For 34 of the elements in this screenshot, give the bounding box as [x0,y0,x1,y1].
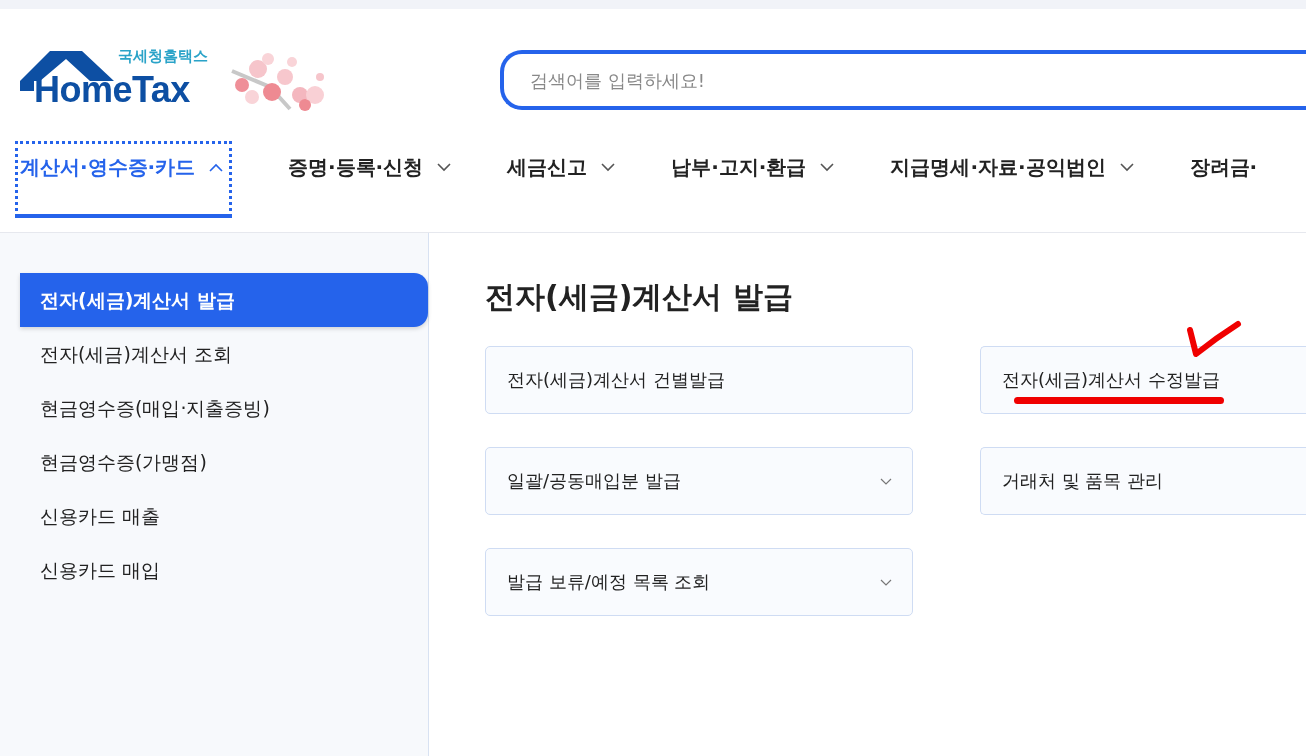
chevron-down-icon [880,477,892,485]
menu-card[interactable]: 전자(세금)계산서 건별발급 [485,346,913,414]
section-title: 전자(세금)계산서 발급 [485,278,794,316]
caret-icon [209,163,224,172]
menu-tab[interactable]: 세금신고 [507,141,616,232]
menu-card[interactable]: 발급 보류/예정 목록 조회 [485,548,913,616]
menu-tab[interactable]: 지급명세·자료·공익법인 [890,141,1134,232]
caret-icon [1119,163,1134,172]
card-label: 거래처 및 품목 관리 [1002,469,1164,493]
search-field[interactable]: 검색어를 입력하세요! [500,50,1306,110]
menu-tab[interactable]: 장려금· [1189,141,1258,232]
sidebar-item[interactable]: 현금영수증(매입·지출증빙) [20,381,428,435]
menu-tab[interactable]: 납부·고지·환급 [671,141,835,232]
sidebar-item[interactable]: 신용카드 매입 [20,543,428,597]
menu-card[interactable]: 거래처 및 품목 관리 [980,447,1306,515]
caret-icon [437,163,452,172]
menu-card[interactable]: 일괄/공동매입분 발급 [485,447,913,515]
sidebar-item[interactable]: 전자(세금)계산서 조회 [20,327,428,381]
logo-wordmark: HomeTax [34,69,190,111]
card-label: 전자(세금)계산서 건별발급 [507,368,725,392]
caret-icon [601,163,616,172]
card-label: 일괄/공동매입분 발급 [507,469,681,493]
sidebar-item[interactable]: 전자(세금)계산서 발급 [20,273,428,327]
check-mark-drawing [1186,320,1242,360]
caret-icon [820,163,835,172]
menu-tab[interactable]: 계산서·영수증·카드 [15,141,232,218]
chevron-down-icon [880,578,892,586]
card-label: 전자(세금)계산서 수정발급 [1002,368,1220,392]
sidebar-item[interactable]: 신용카드 매출 [20,489,428,543]
menu-card[interactable]: 전자(세금)계산서 수정발급 [980,346,1306,414]
card-label: 발급 보류/예정 목록 조회 [507,570,711,594]
sidebar-item[interactable]: 현금영수증(가맹점) [20,435,428,489]
menu-tab[interactable]: 증명·등록·신청 [288,141,452,232]
logo-subtitle: 국세청홈택스 [118,47,208,66]
